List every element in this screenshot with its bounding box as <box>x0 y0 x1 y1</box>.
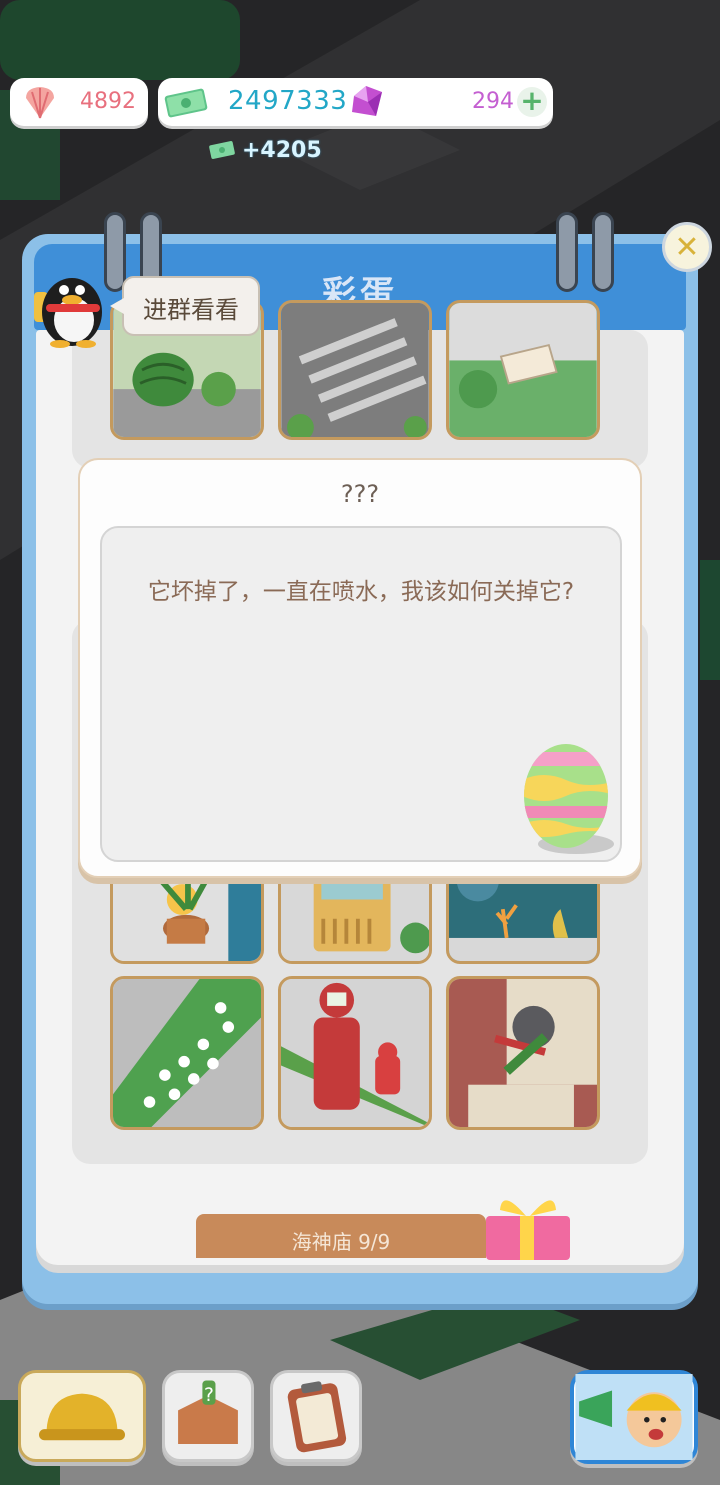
binder-ring <box>556 212 578 292</box>
join-group-bubble[interactable]: 进群看看 <box>110 276 260 336</box>
binder-ring <box>592 212 614 292</box>
easter-egg-dialog: ??? 它坏掉了，一直在喷水，我该如何关掉它? <box>78 458 642 878</box>
question-box-icon: ? <box>178 1380 238 1445</box>
easter-egg-icon <box>524 744 614 854</box>
dialog-title: ??? <box>340 480 380 508</box>
sea-temple-button[interactable]: 海神庙 9/9 <box>196 1214 486 1258</box>
postbox-hydrant-tile[interactable] <box>278 976 432 1130</box>
help-box-button[interactable]: ? <box>162 1370 254 1462</box>
income-value: +4205 <box>242 137 322 163</box>
crosswalk-tile[interactable] <box>278 300 432 440</box>
shell-count: 4892 <box>80 89 136 114</box>
close-button[interactable]: ✕ <box>662 222 712 272</box>
statue-image <box>449 979 597 1127</box>
gem-icon <box>352 86 382 116</box>
cash-count: 2497333 <box>228 86 348 116</box>
cash-small-icon <box>209 141 235 159</box>
penguin-mascot-icon[interactable] <box>30 262 110 348</box>
join-group-text: 进群看看 <box>143 296 239 324</box>
envelope-tile[interactable] <box>446 300 600 440</box>
hard-hat-icon <box>39 1393 125 1441</box>
shell-currency-pill[interactable]: 4892 <box>10 78 148 126</box>
megaphone-worker-icon <box>575 1374 693 1460</box>
svg-text:?: ? <box>204 1385 214 1406</box>
flower-bed-image <box>113 979 261 1127</box>
flower-bed-tile[interactable] <box>110 976 264 1130</box>
clipboard-icon <box>287 1381 347 1453</box>
envelope-image <box>449 303 597 437</box>
shell-icon <box>26 87 54 119</box>
gift-icon[interactable] <box>480 1188 576 1260</box>
crosswalk-image <box>281 303 429 437</box>
gem-count: 294 <box>472 89 514 114</box>
income-indicator: +4205 <box>208 136 322 164</box>
dialog-message: 它坏掉了，一直在喷水，我该如何关掉它? <box>147 579 575 605</box>
cash-gem-pill: 2497333 294 + <box>158 78 553 126</box>
task-clipboard-button[interactable] <box>270 1370 362 1462</box>
cash-icon <box>164 88 208 118</box>
add-gems-button[interactable]: + <box>517 87 547 117</box>
postbox-hydrant-image <box>281 979 429 1127</box>
dialog-content-box: 它坏掉了，一直在喷水，我该如何关掉它? <box>100 526 622 862</box>
helper-avatar-button[interactable] <box>570 1370 698 1464</box>
construction-hat-button[interactable] <box>18 1370 146 1462</box>
statue-tile[interactable] <box>446 976 600 1130</box>
